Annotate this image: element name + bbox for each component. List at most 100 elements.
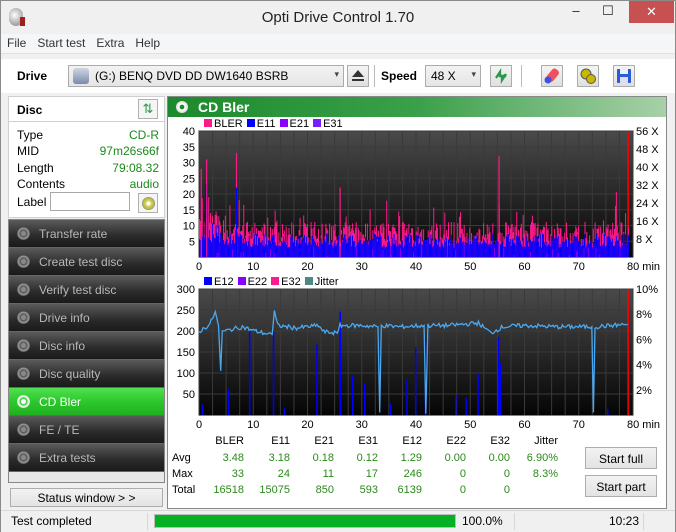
refresh-speed-button[interactable]: [490, 65, 512, 87]
disc-info-panel: Disc ⇅ Type CD-R MID 97m26s66f Length 79:08…: [8, 96, 165, 218]
nav-item-label: Create test disc: [39, 255, 123, 269]
disc-test-icon: [17, 311, 30, 324]
e21-bar: [421, 245, 423, 257]
start-full-button[interactable]: Start full: [585, 447, 657, 469]
nav-item-create-test-disc[interactable]: Create test disc: [9, 248, 164, 276]
e21-bar: [577, 250, 579, 257]
start-part-button[interactable]: Start part: [585, 475, 657, 497]
disc-length-row: Length 79:08.32: [17, 161, 159, 177]
close-button[interactable]: ✕: [629, 1, 674, 23]
e21-bar: [265, 252, 267, 257]
e12-bar: [497, 336, 500, 415]
e12-bar: [227, 388, 230, 415]
e21-bar: [455, 249, 457, 257]
disc-test-icon: [17, 339, 30, 352]
peak-bar: [235, 187, 238, 257]
stats-cell: 17: [365, 468, 378, 480]
stats-cell: 0.00: [488, 452, 510, 464]
disc-contents-label: Contents: [17, 177, 66, 191]
stats-col-header: BLER: [215, 435, 244, 447]
refresh-icon: [495, 68, 507, 84]
y-tick-label: 35: [183, 142, 195, 154]
nav-item-drive-info[interactable]: Drive info: [9, 304, 164, 332]
e21-bar: [412, 252, 414, 257]
e12-bar: [272, 331, 275, 415]
stats-cell: 850: [315, 484, 334, 496]
e21-bar: [243, 252, 245, 257]
e12-bar: [316, 344, 318, 415]
nav-item-disc-info[interactable]: Disc info: [9, 332, 164, 360]
nav-item-verify-test-disc[interactable]: Verify test disc: [9, 276, 164, 304]
nav-item-label: Disc quality: [39, 367, 101, 381]
status-window-button[interactable]: Status window > >: [10, 488, 163, 507]
disc-label-input[interactable]: [50, 192, 130, 211]
e12-bar: [406, 380, 408, 415]
drive-label: Drive: [17, 69, 48, 83]
stats-col-header: E31: [358, 435, 378, 447]
disc-refresh-button[interactable]: ⇅: [138, 99, 158, 119]
y-tick-label: 25: [183, 173, 195, 185]
y2-tick-label: 56 X: [636, 126, 659, 138]
y-tick-label: 20: [183, 189, 195, 201]
menu-help[interactable]: Help: [129, 34, 165, 50]
disc-test-icon: [17, 283, 30, 296]
menu-start-test[interactable]: Start test: [31, 34, 90, 50]
e21-bar: [494, 247, 496, 257]
x-tick-label: 70: [573, 419, 585, 431]
nav-item-transfer-rate[interactable]: Transfer rate: [9, 220, 164, 248]
e21-bar: [619, 245, 621, 257]
stats-cell: 3.48: [222, 452, 244, 464]
y2-tick-label: 4%: [636, 360, 652, 372]
stats-cell: 24: [277, 468, 290, 480]
e21-bar: [240, 252, 242, 257]
x-tick-label: 10: [247, 261, 259, 273]
test-nav: Transfer rate Create test disc Verify test…: [8, 219, 165, 483]
save-button[interactable]: [613, 65, 635, 87]
disc-type-value: CD-R: [129, 128, 159, 142]
menu-extra[interactable]: Extra: [90, 34, 129, 50]
disc-type-label: Type: [17, 128, 44, 142]
e21-bar: [595, 247, 597, 257]
gears-icon: [580, 68, 596, 84]
e12-bar: [248, 331, 251, 415]
maximize-button[interactable]: ☐: [593, 1, 623, 23]
y2-tick-label: 8%: [636, 309, 652, 321]
speed-select[interactable]: 48 X ▾: [425, 65, 481, 87]
disc-type-row: Type CD-R: [17, 128, 159, 144]
y2-tick-label: 6%: [636, 334, 652, 346]
stats-col-header: E32: [490, 435, 510, 447]
minimize-button[interactable]: ‒: [561, 1, 591, 23]
erase-button[interactable]: [541, 65, 563, 87]
x-tick-label: 10: [247, 419, 259, 431]
e21-bar: [546, 253, 548, 257]
settings-button[interactable]: [577, 65, 599, 87]
stats-cell: 16518: [213, 484, 244, 496]
x-tick-label: 30: [356, 261, 368, 273]
disc-label-button[interactable]: [138, 193, 158, 213]
x-tick-label: 60: [518, 261, 530, 273]
stats-cell: 15075: [259, 484, 290, 496]
disc-label-label: Label: [17, 195, 47, 209]
e21-bar: [447, 245, 449, 257]
disc-test-icon: [17, 227, 30, 240]
drive-select[interactable]: (G:) BENQ DVD DD DW1640 BSRB ▾: [68, 65, 344, 87]
nav-item-cd-bler[interactable]: CD Bler: [9, 388, 164, 416]
eject-button[interactable]: [347, 65, 369, 87]
disc-mid-label: MID: [17, 144, 39, 158]
disc-length-label: Length: [17, 161, 54, 175]
e21-bar: [588, 247, 590, 257]
e21-bar: [552, 249, 554, 257]
menu-bar: File Start test Extra Help: [1, 34, 675, 54]
y2-tick-label: 24 X: [636, 198, 659, 210]
nav-item-extra-tests[interactable]: Extra tests: [9, 444, 164, 472]
e21-bar: [355, 247, 357, 257]
progress-percent: 100.0%: [462, 514, 503, 528]
nav-item-disc-quality[interactable]: Disc quality: [9, 360, 164, 388]
e12-bar: [283, 407, 286, 415]
menu-file[interactable]: File: [1, 34, 31, 50]
status-divider: [514, 513, 515, 530]
elapsed-time: 10:23: [609, 514, 640, 528]
nav-item-fe-te[interactable]: FE / TE: [9, 416, 164, 444]
left-panel: Disc ⇅ Type CD-R MID 97m26s66f Length 79:08…: [8, 96, 165, 509]
x-tick-label: 80 min: [627, 261, 660, 273]
